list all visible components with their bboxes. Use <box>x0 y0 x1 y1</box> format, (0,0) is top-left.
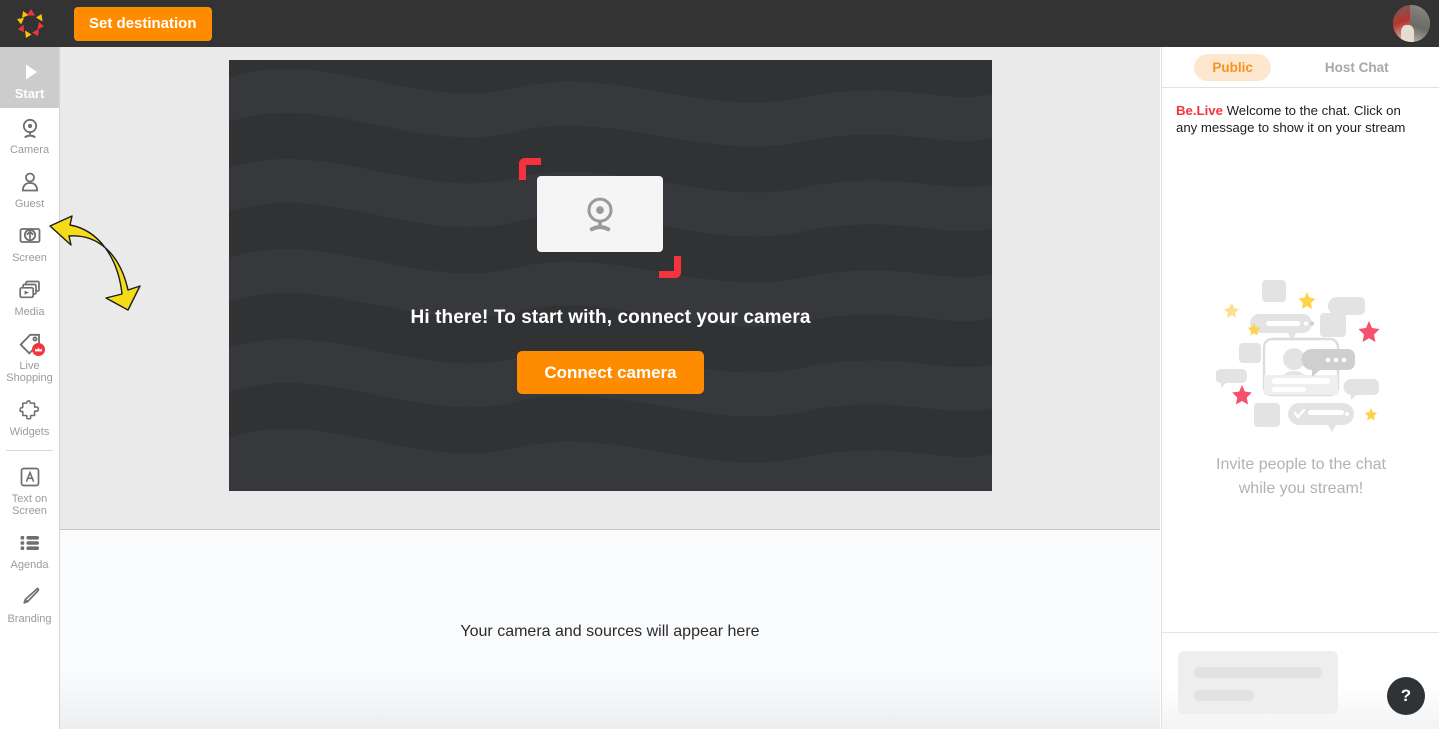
sidebar-item-guest[interactable]: Guest <box>0 162 59 216</box>
composer-skeleton <box>1178 651 1338 714</box>
sidebar-label-start: Start <box>14 86 45 101</box>
connect-camera-button[interactable]: Connect camera <box>517 350 704 394</box>
sidebar-label-branding: Branding <box>7 613 52 625</box>
sidebar-label-widgets: Widgets <box>9 426 50 438</box>
chat-message[interactable]: Be.Live Welcome to the chat. Click on an… <box>1162 88 1439 136</box>
avatar-foreground-tone <box>1401 25 1415 42</box>
webcam-icon <box>17 115 43 141</box>
price-tag-icon <box>17 331 45 357</box>
webcam-placeholder-icon <box>586 197 613 231</box>
person-icon <box>17 169 43 195</box>
skeleton-line-1 <box>1194 667 1322 678</box>
sidebar-item-widgets[interactable]: Widgets <box>0 390 59 444</box>
sidebar-label-live-shopping: Live Shopping <box>6 360 53 384</box>
help-button[interactable]: ? <box>1387 677 1425 715</box>
avatar-image <box>1393 5 1430 42</box>
tab-public[interactable]: Public <box>1194 53 1271 81</box>
sidebar-label-text-on-screen: Text on Screen <box>11 493 48 517</box>
sidebar-label-camera: Camera <box>9 144 50 156</box>
user-avatar[interactable] <box>1393 5 1430 42</box>
agenda-list-icon <box>17 530 43 556</box>
sidebar-item-branding[interactable]: Branding <box>0 577 59 631</box>
logo-container[interactable] <box>0 0 62 47</box>
sources-bottom-panel: Your camera and sources will appear here <box>60 531 1160 729</box>
screen-share-icon <box>17 223 43 249</box>
chat-bubbles-illustration <box>1216 280 1380 432</box>
text-box-icon <box>17 464 43 490</box>
sidebar-label-guest: Guest <box>14 198 45 210</box>
skeleton-line-2 <box>1194 690 1254 701</box>
chat-panel: Public Host Chat Be.Live Welcome to the … <box>1161 47 1439 729</box>
sidebar-item-media[interactable]: Media <box>0 270 59 324</box>
video-headline: Hi there! To start with, connect your ca… <box>410 306 811 328</box>
set-destination-button[interactable]: Set destination <box>74 6 212 41</box>
camera-placeholder-card-wrap <box>518 157 703 284</box>
camera-placeholder-card <box>536 175 663 252</box>
video-preview-canvas[interactable]: Hi there! To start with, connect your ca… <box>229 60 992 491</box>
sidebar-item-agenda[interactable]: Agenda <box>0 523 59 577</box>
sidebar-item-camera[interactable]: Camera <box>0 108 59 162</box>
sidebar-divider <box>6 450 53 451</box>
sources-placeholder-text: Your camera and sources will appear here <box>460 623 760 640</box>
sidebar-label-screen: Screen <box>12 252 47 264</box>
top-bar: Set destination <box>0 0 1439 47</box>
left-sidebar: Start Camera Guest Screen Media Live Sho… <box>0 47 60 729</box>
app-root: Set destination Start Camera Guest Scree… <box>0 0 1439 729</box>
sidebar-item-live-shopping[interactable]: Live Shopping <box>0 324 59 390</box>
sidebar-label-media: Media <box>14 306 45 318</box>
chat-tabs: Public Host Chat <box>1162 47 1439 88</box>
media-stack-icon <box>17 277 43 303</box>
corner-bracket-bottom-right <box>658 255 681 278</box>
sidebar-item-text-on-screen[interactable]: Text on Screen <box>0 457 59 523</box>
chat-empty-line-1: Invite people to the chat <box>1216 456 1386 473</box>
paint-brush-icon <box>17 584 43 610</box>
sidebar-item-screen[interactable]: Screen <box>0 216 59 270</box>
tab-host-chat[interactable]: Host Chat <box>1307 54 1407 81</box>
chat-message-sender: Be.Live <box>1176 103 1223 118</box>
video-empty-state: Hi there! To start with, connect your ca… <box>229 60 992 491</box>
sidebar-item-start[interactable]: Start <box>0 47 59 108</box>
sidebar-label-agenda: Agenda <box>10 559 49 571</box>
be-live-logo <box>14 7 48 41</box>
live-shopping-badge <box>31 343 45 356</box>
puzzle-piece-icon <box>17 397 43 423</box>
play-icon <box>17 59 43 85</box>
chat-empty-state: Invite people to the chat while you stre… <box>1162 277 1439 501</box>
chat-empty-caption: Invite people to the chat while you stre… <box>1216 453 1386 501</box>
chat-empty-line-2: while you stream! <box>1238 480 1364 497</box>
stage-area: Hi there! To start with, connect your ca… <box>60 47 1160 530</box>
